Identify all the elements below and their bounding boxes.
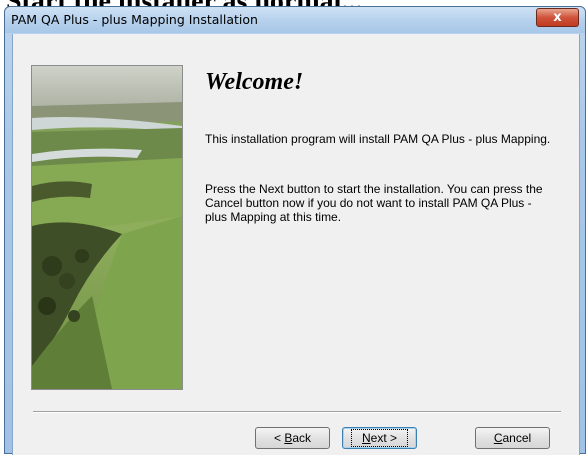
button-divider: [33, 411, 561, 413]
close-icon: x: [553, 10, 562, 25]
back-button[interactable]: < Back: [255, 427, 330, 449]
title-bar[interactable]: PAM QA Plus - plus Mapping Installation …: [5, 7, 585, 33]
next-button-label: Next >: [350, 429, 409, 447]
cancel-button[interactable]: Cancel: [475, 427, 550, 449]
instructions-text: Press the Next button to start the insta…: [205, 182, 543, 224]
window-title: PAM QA Plus - plus Mapping Installation: [11, 12, 258, 27]
installer-window: PAM QA Plus - plus Mapping Installation …: [4, 6, 586, 455]
dialog-body: Welcome! This installation program will …: [12, 34, 580, 455]
back-button-label: < Back: [273, 431, 312, 445]
intro-text: This installation program will install P…: [205, 132, 551, 146]
cancel-button-label: Cancel: [493, 431, 532, 445]
close-button[interactable]: x: [536, 8, 579, 27]
welcome-heading: Welcome!: [205, 69, 304, 95]
landscape-image: [31, 65, 183, 390]
next-button[interactable]: Next >: [342, 427, 417, 449]
